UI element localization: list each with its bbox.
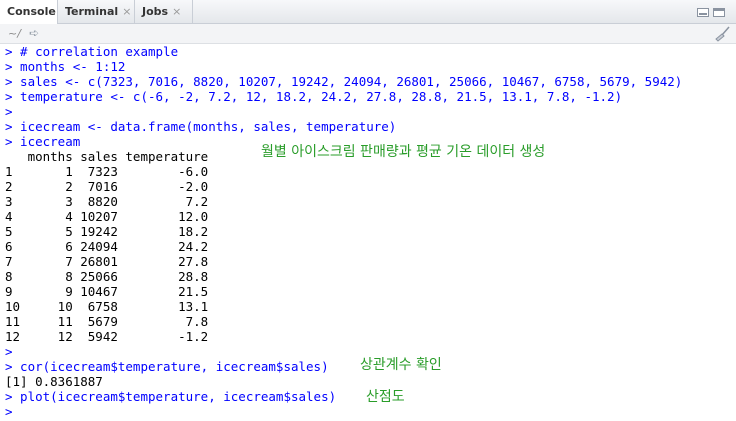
broom-icon[interactable]	[713, 26, 731, 42]
console-command-line: >	[5, 104, 13, 119]
console-command-line: > months <- 1:12	[5, 59, 126, 74]
console-output-line: 4 4 10207 12.0	[5, 209, 209, 224]
working-directory-path: ~/	[8, 27, 21, 40]
annotation-table-note: 월별 아이스크림 판매량과 평균 기온 데이터 생성	[261, 144, 546, 160]
console-output-line: 5 5 19242 18.2	[5, 224, 209, 239]
working-directory-bar: ~/ ➪	[0, 24, 736, 44]
minimize-pane-icon[interactable]	[697, 8, 709, 17]
console-command-line: >	[5, 344, 13, 359]
tab-terminal-label: Terminal	[65, 5, 119, 18]
tab-terminal-close-icon[interactable]: ×	[122, 5, 131, 18]
annotation-plot-note: 산점도	[366, 389, 405, 405]
annotation-cor-note: 상관계수 확인	[360, 357, 442, 373]
console-command-line: > plot(icecream$temperature, icecream$sa…	[5, 389, 337, 404]
console-output-line: 8 8 25066 28.8	[5, 269, 209, 284]
console-command-line: > sales <- c(7323, 7016, 8820, 10207, 19…	[5, 74, 683, 89]
console-command-line: > temperature <- c(-6, -2, 7.2, 12, 18.2…	[5, 89, 623, 104]
maximize-pane-icon[interactable]	[713, 8, 725, 17]
console-output[interactable]: > # correlation example > months <- 1:12 >…	[0, 44, 736, 421]
console-output-line: 3 3 8820 7.2	[5, 194, 209, 209]
console-tab-bar: Console Terminal × Jobs ×	[0, 0, 736, 25]
navigate-arrow-icon[interactable]: ➪	[29, 26, 39, 40]
console-output-line: 6 6 24094 24.2	[5, 239, 209, 254]
tab-jobs-label: Jobs	[142, 5, 169, 18]
console-output-line: 9 9 10467 21.5	[5, 284, 209, 299]
console-output-line: 1 1 7323 -6.0	[5, 164, 209, 179]
console-output-line: [1] 0.8361887	[5, 374, 103, 389]
console-output-line: 11 11 5679 7.8	[5, 314, 209, 329]
console-command-line: > icecream	[5, 134, 81, 149]
tab-jobs[interactable]: Jobs ×	[135, 0, 193, 24]
tab-jobs-close-icon[interactable]: ×	[172, 5, 181, 18]
tab-terminal[interactable]: Terminal ×	[58, 0, 135, 24]
console-command-line: > # correlation example	[5, 44, 179, 59]
console-output-line: months sales temperature	[5, 149, 209, 164]
console-output-line: 12 12 5942 -1.2	[5, 329, 209, 344]
console-command-line: > cor(icecream$temperature, icecream$sal…	[5, 359, 329, 374]
console-output-line: 10 10 6758 13.1	[5, 299, 209, 314]
tab-console[interactable]: Console	[0, 0, 58, 25]
console-output-line: 7 7 26801 27.8	[5, 254, 209, 269]
console-output-line: 2 2 7016 -2.0	[5, 179, 209, 194]
tab-console-label: Console	[7, 5, 56, 18]
console-command-line: > icecream <- data.frame(months, sales, …	[5, 119, 397, 134]
console-command-line: >	[5, 404, 13, 419]
